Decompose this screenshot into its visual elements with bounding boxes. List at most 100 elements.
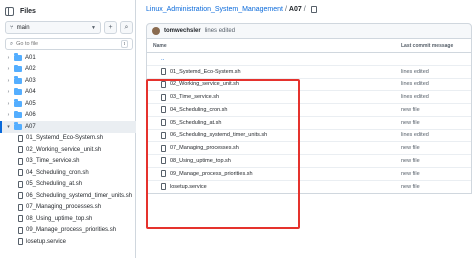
file-icon	[18, 215, 23, 223]
file-name-link[interactable]: 01_Systemd_Eco-System.sh	[170, 69, 241, 75]
file-icon	[161, 157, 166, 165]
go-to-file-field[interactable]: ⌕ t	[5, 38, 133, 50]
commit-message-cell[interactable]: new file	[401, 107, 420, 113]
chevron-right-icon[interactable]: ›	[6, 101, 11, 107]
folder-icon	[14, 99, 22, 107]
tree-item-label: 05_Scheduling_at.sh	[26, 181, 83, 188]
tree-file[interactable]: 02_Working_service_unit.sh	[0, 144, 136, 156]
commit-author[interactable]: tomwechsler	[164, 28, 201, 34]
copy-path-icon[interactable]	[310, 6, 317, 13]
tree-item-label: 06_Scheduling_systemd_timer_units.sh	[26, 192, 133, 199]
commit-message-cell[interactable]: new file	[401, 171, 420, 177]
chevron-right-icon[interactable]: ›	[6, 89, 11, 95]
table-row[interactable]: 05_Scheduling_at.sh new file	[147, 117, 471, 130]
file-icon	[161, 183, 166, 191]
commit-message-cell[interactable]: lines edited	[401, 69, 429, 75]
file-name-link[interactable]: 09_Manage_process_priorities.sh	[170, 171, 253, 177]
column-header-name: Name	[153, 42, 167, 49]
tree-file[interactable]: 03_Time_service.sh	[0, 156, 136, 168]
commit-message-cell[interactable]: new file	[401, 120, 420, 126]
tree-folder[interactable]: › A05	[0, 98, 136, 110]
table-row[interactable]: losetup.service new file	[147, 181, 471, 194]
folder-icon	[14, 122, 22, 130]
branch-name: main	[16, 24, 30, 31]
go-to-file-input[interactable]	[16, 41, 107, 47]
commit-message-cell[interactable]: lines edited	[401, 81, 429, 87]
parent-directory-link[interactable]: ..	[147, 56, 401, 62]
tree-folder[interactable]: › A04	[0, 87, 136, 99]
folder-icon	[14, 53, 22, 61]
file-icon	[18, 226, 23, 234]
shortcut-key: t	[120, 40, 128, 48]
commit-message-cell[interactable]: lines edited	[401, 132, 429, 138]
tree-file[interactable]: losetup.service	[0, 236, 136, 248]
tree-file[interactable]: 08_Using_uptime_top.sh	[0, 213, 136, 225]
tree-folder[interactable]: › A02	[0, 64, 136, 76]
table-row[interactable]: 03_Time_service.sh lines edited	[147, 91, 471, 104]
file-icon	[18, 203, 23, 211]
search-button[interactable]: ⌕	[120, 21, 133, 34]
branch-icon: ⑂	[10, 24, 14, 31]
file-icon	[18, 192, 23, 200]
file-name-link[interactable]: 07_Managing_processes.sh	[170, 145, 239, 151]
file-name-cell: 02_Working_service_unit.sh	[147, 80, 401, 88]
file-name-cell: 04_Scheduling_cron.sh	[147, 106, 401, 114]
tree-folder[interactable]: › A01	[0, 52, 136, 64]
branch-selector[interactable]: ⑂ main ▼	[5, 21, 101, 34]
commit-message-cell[interactable]: new file	[401, 158, 420, 164]
file-name-link[interactable]: 02_Working_service_unit.sh	[170, 81, 239, 87]
tree-folder[interactable]: › A06	[0, 110, 136, 122]
file-name-cell: 05_Scheduling_at.sh	[147, 119, 401, 127]
tree-file[interactable]: 06_Scheduling_systemd_timer_units.sh	[0, 190, 136, 202]
parent-directory-row[interactable]: ..	[147, 53, 471, 66]
chevron-right-icon[interactable]: ›	[6, 112, 11, 118]
file-name-cell: 09_Manage_process_priorities.sh	[147, 170, 401, 178]
table-row[interactable]: 06_Scheduling_systemd_timer_units.sh line…	[147, 130, 471, 143]
file-name-link[interactable]: 04_Scheduling_cron.sh	[170, 107, 228, 113]
tree-folder[interactable]: ▾ A07	[0, 121, 136, 133]
folder-icon	[14, 64, 22, 73]
tree-file[interactable]: 04_Scheduling_cron.sh	[0, 167, 136, 179]
tree-file[interactable]: 07_Managing_processes.sh	[0, 202, 136, 214]
tree-item-label: losetup.service	[26, 238, 67, 245]
tree-item-label: 09_Manage_process_priorities.sh	[26, 227, 117, 234]
breadcrumb-repo-link[interactable]: Linux_Administration_System_Management	[146, 6, 283, 13]
table-row[interactable]: 08_Using_uptime_top.sh new file	[147, 155, 471, 168]
file-name-link[interactable]: losetup.service	[170, 184, 207, 190]
breadcrumb: Linux_Administration_System_Management /…	[146, 6, 317, 13]
avatar[interactable]	[152, 27, 160, 35]
latest-commit-bar: tomwechsler lines edited	[146, 23, 472, 39]
table-row[interactable]: 09_Manage_process_priorities.sh new file	[147, 168, 471, 181]
chevron-right-icon[interactable]: ›	[6, 55, 11, 61]
file-icon	[161, 170, 166, 178]
chevron-right-icon[interactable]: ›	[6, 78, 11, 84]
tree-item-label: 07_Managing_processes.sh	[26, 204, 102, 211]
file-icon	[161, 119, 166, 127]
table-row[interactable]: 02_Working_service_unit.sh lines edited	[147, 79, 471, 92]
add-file-button[interactable]: +	[104, 21, 117, 34]
table-row[interactable]: 07_Managing_processes.sh new file	[147, 142, 471, 155]
file-name-link[interactable]: 05_Scheduling_at.sh	[170, 120, 221, 126]
commit-message-cell[interactable]: lines edited	[401, 94, 429, 100]
tree-folder[interactable]: › A03	[0, 75, 136, 87]
file-name-link[interactable]: 03_Time_service.sh	[170, 94, 219, 100]
table-header: Name Last commit message	[147, 39, 471, 53]
folder-icon	[14, 87, 22, 96]
commit-message-cell[interactable]: new file	[401, 184, 420, 190]
table-row[interactable]: 04_Scheduling_cron.sh new file	[147, 104, 471, 117]
commit-message[interactable]: lines edited	[205, 28, 235, 34]
file-tree-sidebar: Files ⑂ main ▼ + ⌕ ⌕ t ›A01›A02›A03›A04›…	[0, 0, 136, 258]
commit-message-cell[interactable]: new file	[401, 145, 420, 151]
sidebar-collapse-icon[interactable]	[5, 6, 14, 16]
file-name-link[interactable]: 08_Using_uptime_top.sh	[170, 158, 231, 164]
file-icon	[161, 93, 166, 101]
tree-file[interactable]: 01_Systemd_Eco-System.sh	[0, 133, 136, 145]
chevron-right-icon[interactable]: ›	[6, 66, 11, 72]
file-icon	[18, 157, 23, 165]
tree-file[interactable]: 09_Manage_process_priorities.sh	[0, 225, 136, 237]
file-name-link[interactable]: 06_Scheduling_systemd_timer_units.sh	[170, 132, 267, 138]
tree-file[interactable]: 05_Scheduling_at.sh	[0, 179, 136, 191]
table-row[interactable]: 01_Systemd_Eco-System.sh lines edited	[147, 66, 471, 79]
main-content: Linux_Administration_System_Management /…	[137, 0, 474, 258]
chevron-down-icon[interactable]: ▾	[6, 124, 11, 130]
